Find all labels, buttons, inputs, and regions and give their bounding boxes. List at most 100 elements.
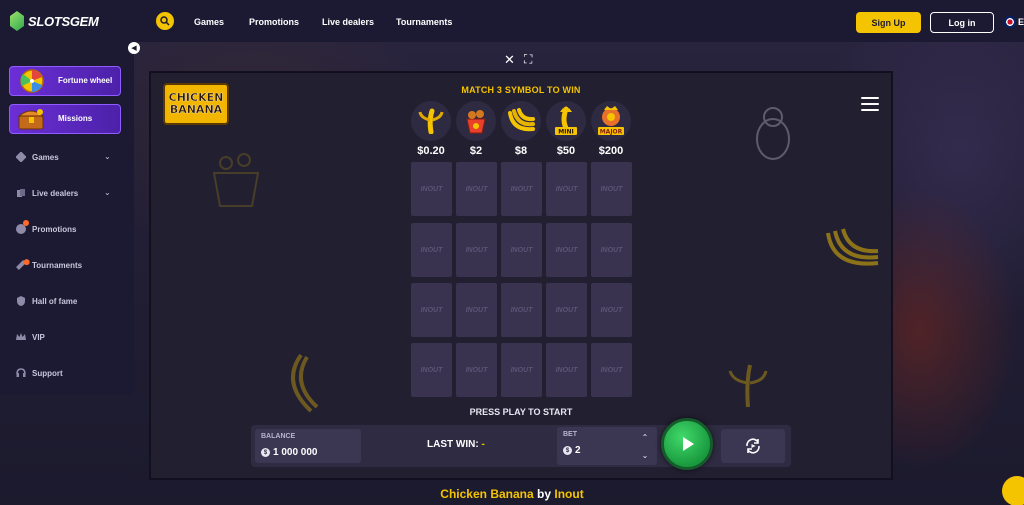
treasure-chest-icon	[17, 109, 45, 130]
scratch-cell[interactable]: INOUT	[546, 283, 587, 337]
major-tag: MAJOR	[600, 129, 623, 136]
scratch-cell[interactable]: INOUT	[591, 343, 632, 397]
scratch-cell[interactable]: INOUT	[501, 223, 542, 277]
language-code[interactable]: E	[1018, 17, 1024, 27]
cell-provider-mark: INOUT	[465, 185, 488, 193]
cell-provider-mark: INOUT	[510, 246, 533, 254]
signup-button[interactable]: Sign Up	[856, 12, 921, 33]
sidebar-item-games[interactable]: Games	[16, 152, 59, 162]
scratch-cell[interactable]: INOUT	[501, 162, 542, 216]
promo-card-missions[interactable]: Missions	[9, 104, 121, 134]
symbol-value: $8	[514, 145, 528, 157]
sidebar-item-label: Hall of fame	[32, 296, 78, 306]
cell-provider-mark: INOUT	[420, 246, 443, 254]
sidebar-item-tournaments[interactable]: Tournaments	[16, 257, 83, 270]
cell-provider-mark: INOUT	[420, 306, 443, 314]
symbol-value: $200	[598, 145, 624, 157]
symbol-major-jackpot: MAJOR	[591, 101, 631, 141]
scratch-cell[interactable]: INOUT	[456, 223, 497, 277]
autoplay-button[interactable]	[721, 429, 785, 463]
nav-link-live-dealers[interactable]: Live dealers	[322, 17, 374, 27]
fullscreen-icon[interactable]: ⛶	[524, 52, 532, 67]
cell-provider-mark: INOUT	[555, 366, 578, 374]
balance-box: BALANCE $ 1 000 000	[255, 429, 361, 463]
scratch-cell[interactable]: INOUT	[456, 343, 497, 397]
cell-provider-mark: INOUT	[465, 306, 488, 314]
mini-jackpot-icon: MINI	[555, 106, 577, 136]
gamepad-icon	[16, 152, 26, 162]
symbol-value: $2	[469, 145, 483, 157]
brand-logo[interactable]: SLOTSGEM	[10, 11, 99, 31]
gem-icon	[10, 11, 24, 31]
nav-link-promotions[interactable]: Promotions	[249, 17, 299, 27]
trophy-icon	[16, 257, 31, 270]
scratch-cell[interactable]: INOUT	[591, 283, 632, 337]
scratch-cell[interactable]: INOUT	[546, 343, 587, 397]
balance-value-row: $ 1 000 000	[261, 447, 318, 458]
press-play-prompt: PRESS PLAY TO START	[469, 407, 573, 417]
nav-link-games[interactable]: Games	[194, 17, 224, 27]
sidebar-item-label: Promotions	[32, 224, 77, 234]
chevron-down-icon[interactable]: ⌄	[104, 188, 111, 197]
last-win: LAST WIN: -	[427, 439, 485, 450]
scratch-cell[interactable]: INOUT	[591, 223, 632, 277]
close-icon[interactable]: ✕	[504, 52, 515, 68]
scratch-cell[interactable]: INOUT	[501, 283, 542, 337]
banana-icon	[418, 108, 444, 134]
bet-label: BET	[563, 431, 577, 438]
cell-provider-mark: INOUT	[465, 246, 488, 254]
game-frame: CHICKEN BANANA MATCH 3 SYMBOL TO WIN $0.…	[149, 71, 893, 480]
promo-label: Fortune wheel	[58, 76, 113, 85]
scratch-cell[interactable]: INOUT	[591, 162, 632, 216]
chat-support-button[interactable]	[1002, 476, 1024, 505]
cell-provider-mark: INOUT	[510, 366, 533, 374]
symbol-chicken-bucket	[456, 101, 496, 141]
play-icon	[683, 437, 694, 451]
sidebar-item-hall-of-fame[interactable]: Hall of fame	[16, 296, 77, 306]
bet-increase-button[interactable]: ⌃	[635, 429, 655, 445]
hamburger-menu-icon[interactable]	[861, 97, 879, 111]
promo-label: Missions	[58, 114, 93, 123]
sidebar: Fortune wheel Missions Games ⌄ Live deal…	[0, 42, 134, 395]
login-button[interactable]: Log in	[930, 12, 994, 33]
search-button[interactable]	[156, 12, 174, 30]
sidebar-item-promotions[interactable]: Promotions	[16, 220, 77, 234]
sidebar-item-label: Live dealers	[32, 188, 79, 198]
promo-card-fortune-wheel[interactable]: Fortune wheel	[9, 66, 121, 96]
scratch-cell[interactable]: INOUT	[501, 343, 542, 397]
cell-provider-mark: INOUT	[600, 246, 623, 254]
scratch-cell[interactable]: INOUT	[456, 162, 497, 216]
banana-bunch-icon	[508, 108, 535, 132]
caption-by: by	[537, 487, 552, 501]
bet-decrease-button[interactable]: ⌄	[635, 447, 655, 463]
match-instruction: MATCH 3 SYMBOL TO WIN	[461, 85, 581, 95]
sidebar-item-label: VIP	[32, 332, 45, 342]
cell-provider-mark: INOUT	[555, 246, 578, 254]
scratch-cell[interactable]: INOUT	[411, 223, 452, 277]
sidebar-collapse-button[interactable]: ◀	[128, 42, 140, 54]
nav-link-tournaments[interactable]: Tournaments	[396, 17, 452, 27]
sidebar-item-vip[interactable]: VIP	[16, 332, 45, 342]
sidebar-item-live-dealers[interactable]: Live dealers	[16, 188, 78, 198]
symbol-banana	[411, 101, 451, 141]
scratch-cell[interactable]: INOUT	[411, 283, 452, 337]
currency-coin-icon: $	[563, 446, 572, 455]
uk-flag-icon[interactable]	[1004, 16, 1016, 28]
scratch-cell[interactable]: INOUT	[546, 162, 587, 216]
sidebar-item-label: Tournaments	[32, 260, 83, 270]
cell-provider-mark: INOUT	[510, 306, 533, 314]
scratch-cell[interactable]: INOUT	[411, 343, 452, 397]
logo-line-2: BANANA	[169, 103, 223, 116]
chevron-down-icon[interactable]: ⌄	[104, 152, 111, 161]
balance-label: BALANCE	[261, 433, 296, 440]
sidebar-item-support[interactable]: Support	[16, 368, 63, 378]
gift-icon	[16, 220, 29, 234]
cell-provider-mark: INOUT	[600, 306, 623, 314]
scratch-cell[interactable]: INOUT	[411, 162, 452, 216]
fortune-wheel-icon	[20, 69, 44, 93]
peeled-banana-deco-icon	[728, 364, 768, 408]
scratch-cell[interactable]: INOUT	[456, 283, 497, 337]
play-button[interactable]	[661, 418, 713, 470]
scratch-cell[interactable]: INOUT	[546, 223, 587, 277]
caption-provider[interactable]: Inout	[554, 487, 583, 501]
